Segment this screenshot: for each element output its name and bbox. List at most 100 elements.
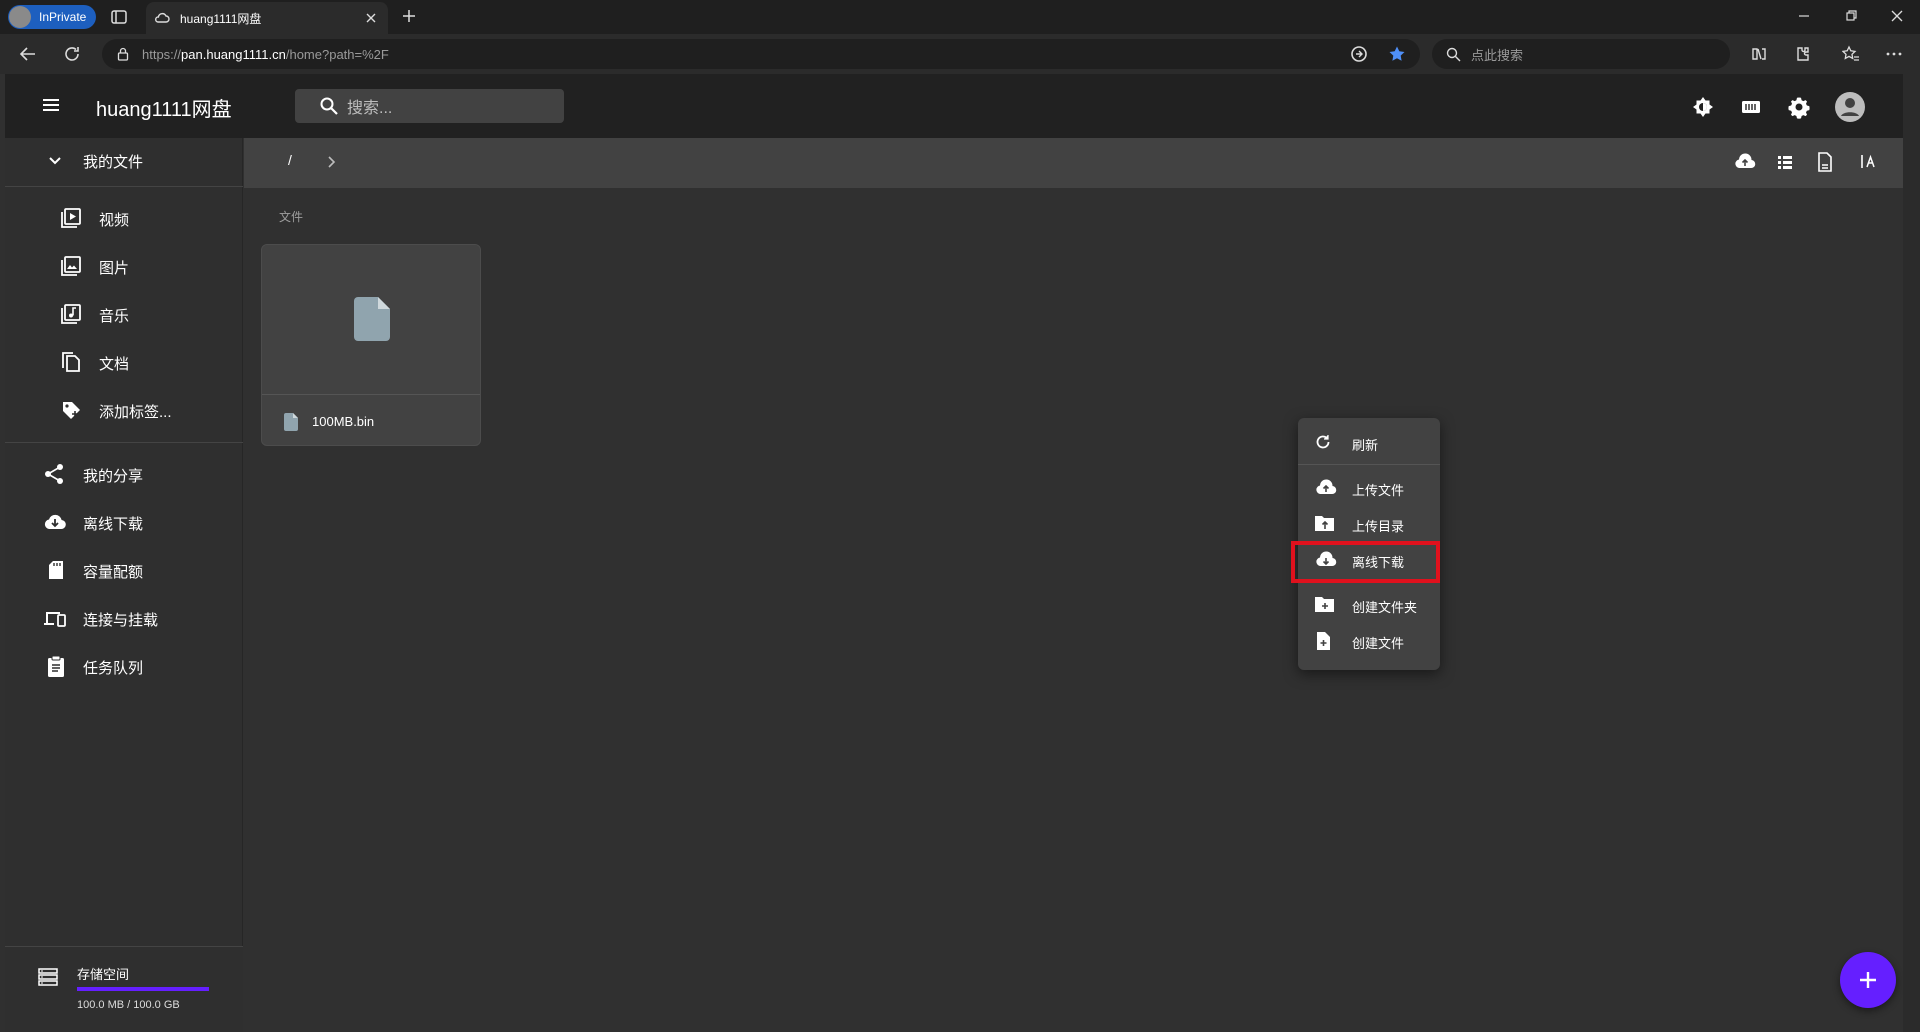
tab-actions-icon[interactable] (110, 8, 128, 26)
sidebar-item-label: 我的文件 (83, 154, 144, 171)
sidebar-item-video[interactable]: 视频 (5, 198, 243, 238)
browser-essentials-icon[interactable] (1750, 45, 1768, 63)
file-name: 100MB.bin (312, 414, 375, 429)
share-icon (43, 463, 65, 485)
menu-item-label: 创建文件 (1352, 636, 1405, 651)
sidebar-divider (5, 186, 243, 187)
favorites-icon[interactable] (1842, 45, 1860, 63)
document-icon (60, 351, 82, 373)
clipboard-icon (45, 654, 67, 678)
devices-icon (43, 607, 67, 629)
sidebar-item-music[interactable]: 音乐 (5, 294, 243, 334)
app-title[interactable]: huang1111网盘 (96, 93, 232, 122)
navigation-toolbar: / (244, 138, 1903, 188)
settings-gear-icon[interactable] (1787, 95, 1811, 119)
sidebar-divider (5, 442, 243, 443)
file-thumbnail[interactable] (262, 245, 480, 395)
add-tag-icon (60, 399, 82, 421)
account-avatar-icon[interactable] (1834, 91, 1866, 123)
extensions-icon[interactable] (1793, 45, 1811, 63)
restore-icon[interactable] (1843, 8, 1859, 24)
favorite-star-icon[interactable] (1388, 45, 1406, 63)
menu-item-create-file[interactable]: 创建文件 (1298, 624, 1440, 656)
highlight-box (1291, 541, 1440, 583)
storage-card-icon[interactable] (1739, 95, 1763, 119)
video-icon (60, 207, 82, 229)
file-info-icon[interactable] (1816, 152, 1834, 172)
new-tab-icon[interactable] (400, 7, 418, 25)
menu-item-upload-directory[interactable]: 上传目录 (1298, 507, 1440, 539)
sidebar-item-offline-download[interactable]: 离线下载 (5, 502, 243, 542)
storage-icon (37, 967, 59, 987)
section-label: 文件 (279, 210, 304, 224)
sidebar-item-label: 任务队列 (83, 660, 144, 677)
cloud-upload-icon (1314, 478, 1338, 496)
search-placeholder: 搜索... (347, 100, 393, 117)
url-field[interactable]: https:// pan.huang1111.cn /home?path=%2F (102, 39, 1420, 69)
inprivate-label: InPrivate (39, 10, 87, 24)
menu-item-refresh[interactable]: 刷新 (1298, 426, 1440, 458)
inprivate-badge[interactable]: InPrivate (8, 5, 96, 29)
back-icon[interactable] (18, 44, 38, 64)
create-folder-icon (1314, 595, 1336, 613)
browser-search-field[interactable]: 点此搜索 (1432, 39, 1730, 69)
file-name-row[interactable]: 100MB.bin (262, 396, 480, 445)
minimize-icon[interactable] (1796, 8, 1812, 24)
sidebar-item-task-queue[interactable]: 任务队列 (5, 646, 243, 686)
reload-icon[interactable] (62, 44, 82, 64)
list-view-icon[interactable] (1776, 153, 1794, 171)
refresh-icon (1314, 433, 1332, 451)
sidebar-item-image[interactable]: 图片 (5, 246, 243, 286)
menu-icon[interactable] (41, 95, 61, 115)
create-file-icon (1314, 631, 1332, 651)
storage-label: 存储空间 (77, 967, 130, 982)
sd-card-icon (45, 559, 67, 581)
brightness-icon[interactable] (1691, 95, 1715, 119)
chevron-right-icon[interactable] (326, 155, 338, 169)
sidebar-item-label: 离线下载 (83, 516, 144, 533)
tab-title: huang1111网盘 (180, 11, 262, 26)
breadcrumb-root[interactable]: / (288, 152, 292, 168)
sidebar-item-label: 音乐 (99, 308, 130, 325)
storage-progress-track (77, 987, 209, 991)
sidebar: 我的文件 视频 图片 音乐 文档 添加标签... 我的分享 离线下载 容量配额 … (5, 138, 243, 1032)
folder-upload-icon (1314, 514, 1336, 532)
search-icon (319, 96, 339, 116)
menu-item-label: 上传文件 (1352, 483, 1405, 498)
storage-progress-fill (77, 987, 209, 991)
sort-by-name-icon[interactable] (1859, 152, 1877, 172)
sidebar-item-label: 容量配额 (83, 564, 144, 581)
sidebar-item-connections[interactable]: 连接与挂载 (5, 598, 243, 638)
image-icon (60, 255, 82, 277)
browser-tab[interactable]: huang1111网盘 (146, 2, 388, 34)
menu-divider (1298, 464, 1440, 465)
add-fab-button[interactable] (1840, 952, 1896, 1008)
menu-item-upload-file[interactable]: 上传文件 (1298, 471, 1440, 503)
lock-icon[interactable] (116, 47, 130, 61)
sidebar-item-documents[interactable]: 文档 (5, 342, 243, 382)
sidebar-item-quota[interactable]: 容量配额 (5, 550, 243, 590)
sidebar-item-my-files[interactable]: 我的文件 (5, 140, 243, 180)
sidebar-item-add-tag[interactable]: 添加标签... (5, 390, 243, 430)
search-input[interactable]: 搜索... (295, 89, 564, 123)
file-card[interactable]: 100MB.bin (261, 244, 481, 446)
menu-item-label: 上传目录 (1352, 519, 1405, 534)
sidebar-item-my-shares[interactable]: 我的分享 (5, 454, 243, 494)
browser-address-bar: https:// pan.huang1111.cn /home?path=%2F… (0, 34, 1920, 74)
profile-avatar (9, 6, 31, 28)
upload-cloud-icon[interactable] (1734, 152, 1756, 172)
sidebar-item-label: 添加标签... (99, 404, 172, 421)
page-scrollbar[interactable] (1903, 74, 1920, 1032)
search-icon (1446, 47, 1461, 62)
more-options-icon[interactable] (1885, 45, 1903, 63)
url-path: /home?path=%2F (285, 46, 389, 62)
translate-icon[interactable] (1350, 45, 1368, 63)
chevron-down-icon[interactable] (47, 152, 63, 168)
file-explorer-main[interactable]: 文件 (244, 188, 1903, 1032)
close-tab-icon[interactable] (364, 11, 378, 25)
close-window-icon[interactable] (1889, 8, 1905, 24)
menu-item-create-folder[interactable]: 创建文件夹 (1298, 588, 1440, 620)
menu-item-label: 刷新 (1352, 438, 1379, 453)
browser-tab-bar: InPrivate huang1111网盘 (0, 0, 1920, 34)
storage-panel[interactable]: 存储空间 100.0 MB / 100.0 GB (5, 946, 243, 1032)
